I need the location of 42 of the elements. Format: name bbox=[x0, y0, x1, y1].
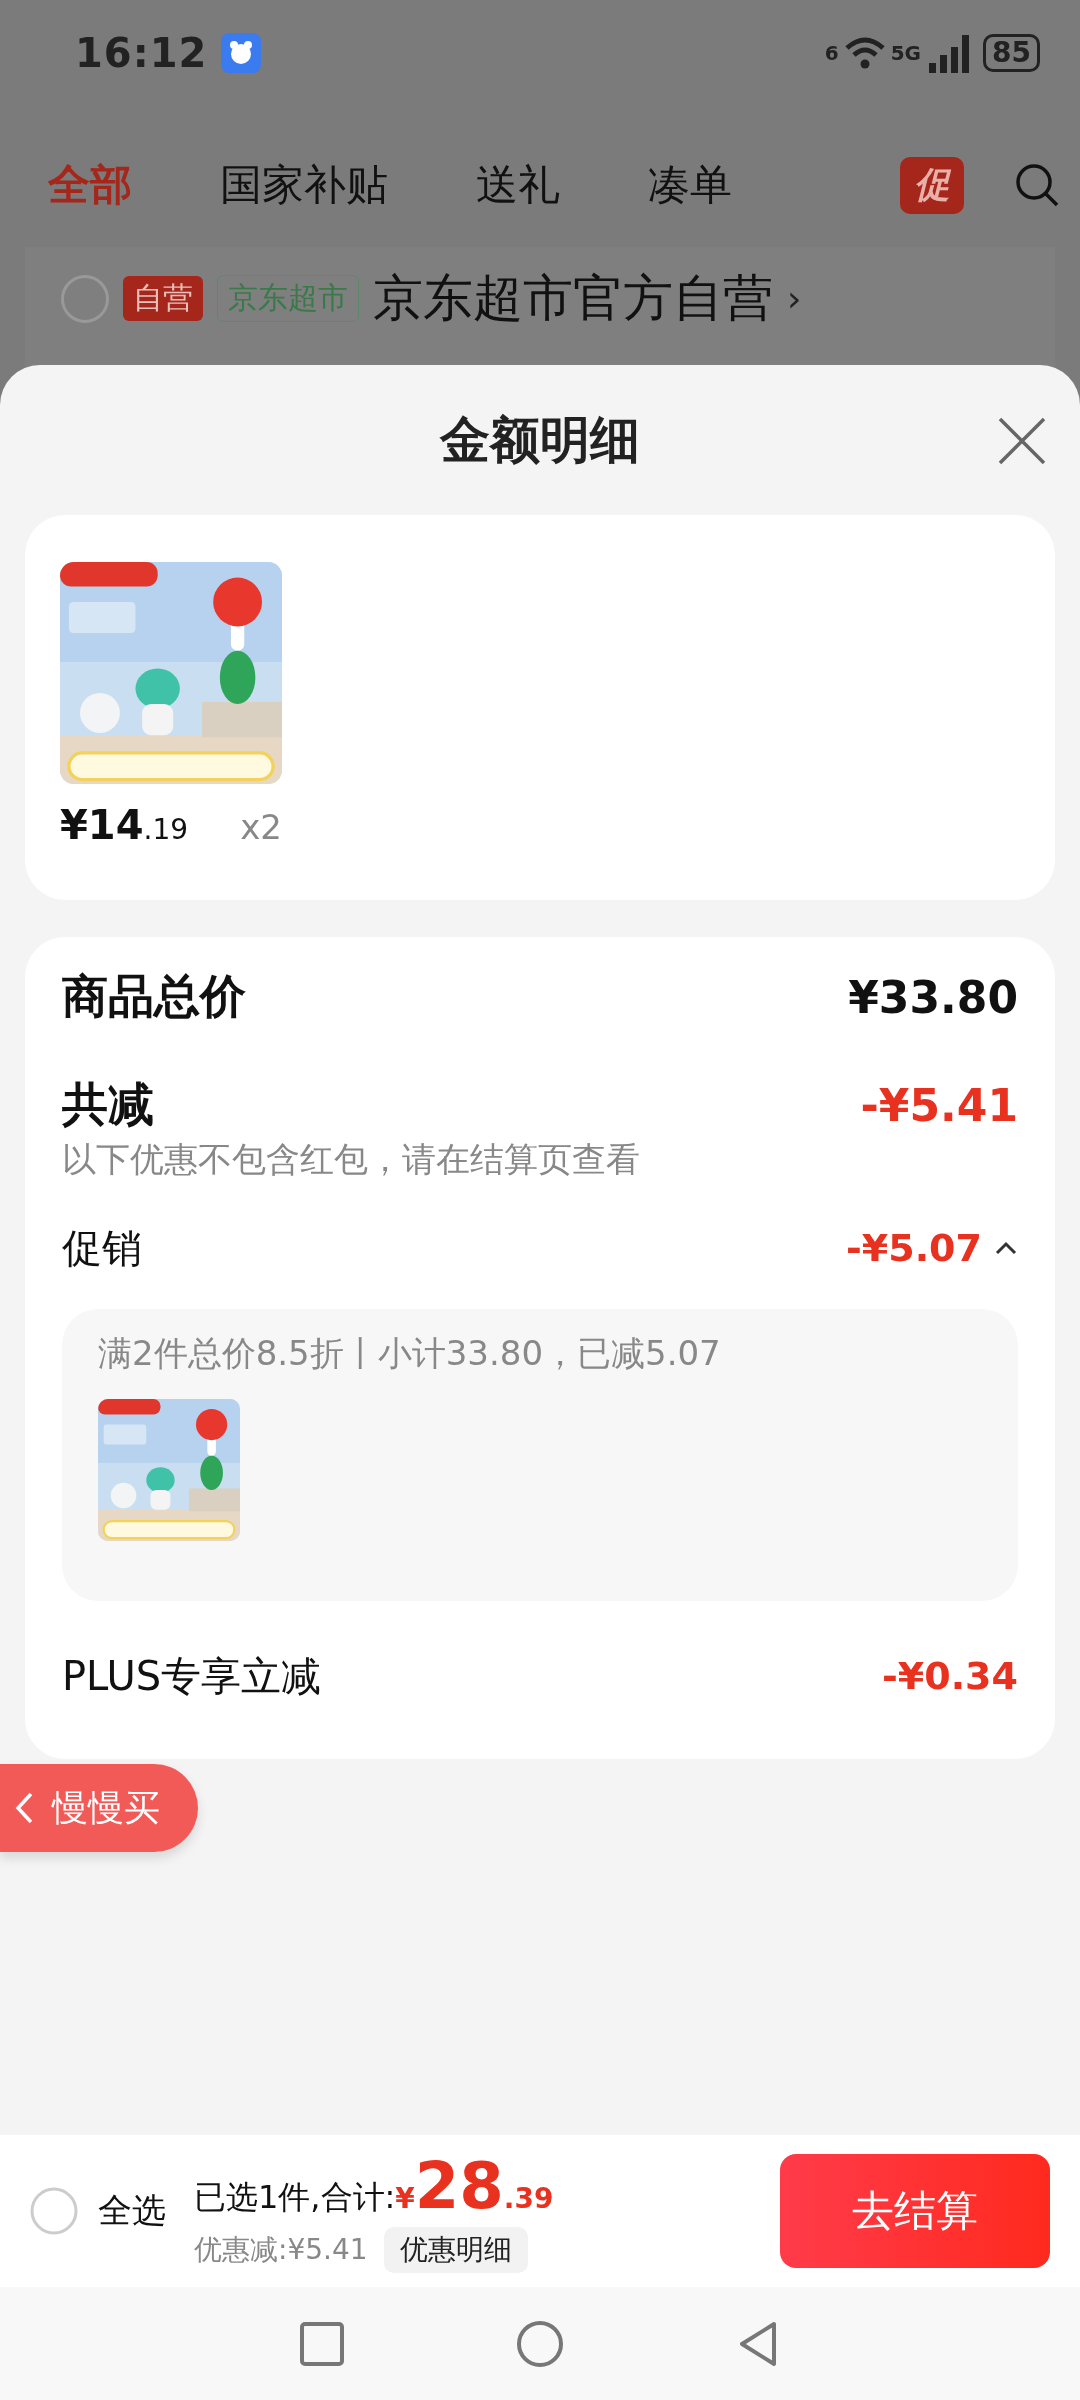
battery-level: 85 bbox=[983, 33, 1040, 72]
row-value: ¥33.80 bbox=[848, 971, 1018, 1023]
store-tag: 自营 bbox=[123, 276, 203, 321]
row-label: 商品总价 bbox=[62, 968, 246, 1025]
clock-time: 16:12 bbox=[75, 29, 208, 76]
app-notification-icon bbox=[221, 32, 262, 73]
sheet-title: 金额明细 bbox=[440, 409, 640, 471]
close-button[interactable] bbox=[996, 415, 1048, 467]
tab[interactable]: 凑单 bbox=[648, 157, 732, 213]
store-name[interactable]: 京东超市官方自营 bbox=[373, 265, 773, 332]
floating-button[interactable]: 慢慢买 bbox=[0, 1764, 198, 1852]
row-value: -¥5.41 bbox=[860, 1079, 1018, 1131]
select-all-label[interactable]: 全选 bbox=[98, 2188, 166, 2234]
wifi-label: 6 bbox=[824, 40, 839, 65]
row-value: -¥0.34 bbox=[882, 1654, 1018, 1698]
row-label: 共减 bbox=[62, 1076, 154, 1133]
search-icon[interactable] bbox=[1014, 162, 1060, 208]
note-text: 以下优惠不包含红包，请在结算页查看 bbox=[62, 1138, 641, 1181]
recents-icon[interactable] bbox=[298, 2319, 346, 2368]
discount-details-button[interactable]: 优惠明细 bbox=[383, 2227, 528, 2273]
row-value: -¥5.07 bbox=[846, 1226, 982, 1270]
chevron-left-icon bbox=[14, 1791, 34, 1825]
selection-summary: 已选1件,合计: bbox=[194, 2177, 396, 2218]
promo-badge[interactable]: 促 bbox=[900, 156, 964, 214]
savings-text: 优惠减:¥5.41 bbox=[194, 2232, 368, 2268]
network-label: 5G bbox=[890, 40, 922, 65]
chevron-text: › bbox=[787, 278, 802, 319]
tab[interactable]: 国家补贴 bbox=[220, 157, 388, 213]
store-checkbox[interactable] bbox=[61, 274, 109, 323]
product-quantity: x2 bbox=[240, 807, 282, 847]
tab[interactable]: 送礼 bbox=[476, 157, 560, 213]
store-tag: 京东超市 bbox=[217, 275, 359, 322]
row-label: PLUS专享立减 bbox=[62, 1651, 322, 1701]
wifi-icon bbox=[844, 35, 885, 70]
row-label: 促销 bbox=[62, 1223, 142, 1273]
promotion-detail: 满2件总价8.5折丨小计33.80，已减5.07 bbox=[98, 1332, 722, 1375]
chevron-up-icon[interactable] bbox=[994, 1240, 1018, 1256]
checkout-button[interactable]: 去结算 bbox=[780, 2154, 1050, 2268]
home-icon[interactable] bbox=[516, 2319, 564, 2368]
total-price: ¥28.39 bbox=[395, 2149, 554, 2223]
product-price: ¥14.19 bbox=[60, 802, 189, 848]
select-all-checkbox[interactable] bbox=[30, 2187, 78, 2235]
